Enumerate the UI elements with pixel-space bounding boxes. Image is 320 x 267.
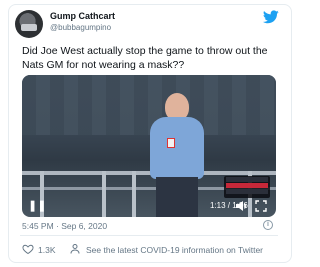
video-post — [102, 171, 106, 217]
author-name[interactable]: Gump Cathcart — [50, 11, 115, 21]
like-count[interactable]: 1.3K — [38, 245, 56, 255]
divider — [20, 235, 278, 236]
video-person-badge — [167, 138, 175, 148]
scorebox-row — [226, 189, 268, 194]
info-icon[interactable]: i — [263, 220, 273, 230]
play-icon[interactable]: ❚❚ — [28, 199, 46, 213]
avatar[interactable] — [15, 10, 43, 38]
video-player[interactable]: ❚❚ 1:13 / 1:36 — [22, 75, 276, 217]
scorebox-row — [226, 183, 268, 188]
scorebox-row — [226, 177, 268, 182]
heart-icon[interactable] — [22, 243, 34, 255]
video-background — [22, 75, 276, 135]
fullscreen-icon[interactable] — [254, 199, 268, 213]
video-person-legs — [156, 177, 198, 217]
author-handle[interactable]: @bubbagumpino — [50, 23, 111, 32]
video-post — [132, 171, 136, 217]
video-person-body — [150, 117, 204, 179]
person-icon — [70, 244, 80, 254]
covid-info-link[interactable]: See the latest COVID-19 information on T… — [86, 245, 263, 255]
volume-icon[interactable] — [234, 199, 248, 213]
tweet-text: Did Joe West actually stop the game to t… — [22, 45, 268, 71]
twitter-bird-icon[interactable] — [263, 10, 279, 24]
tweet-datetime[interactable]: 5:45 PM · Sep 6, 2020 — [22, 221, 107, 231]
video-railing — [22, 171, 276, 175]
video-scorebox — [224, 176, 270, 198]
